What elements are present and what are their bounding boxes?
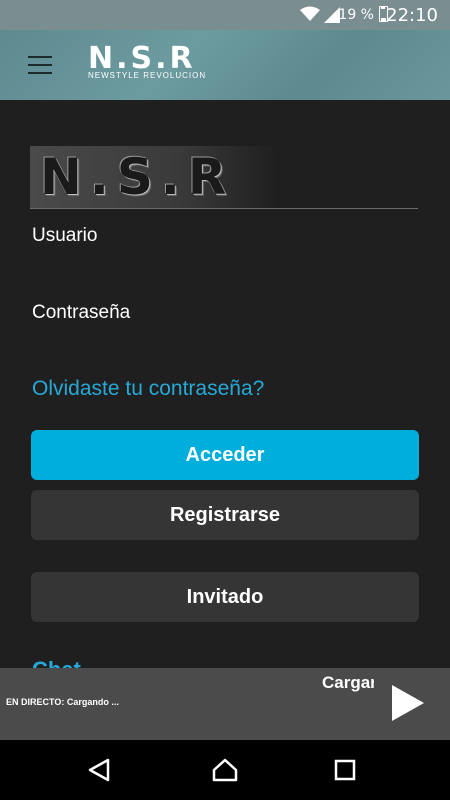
live-status: EN DIRECTO: Cargando ... bbox=[6, 697, 119, 707]
radio-player: EN DIRECTO: Cargando ... Cargando bbox=[0, 668, 450, 740]
app-logo-text: N.S.R bbox=[88, 41, 196, 76]
clock: 22:10 bbox=[386, 5, 438, 26]
password-field[interactable]: Contraseña bbox=[32, 302, 130, 324]
loading-text: Cargando bbox=[322, 673, 374, 692]
username-field[interactable]: Usuario bbox=[32, 225, 97, 247]
app-logo-subtitle: NEWSTYLE REVOLUCION bbox=[88, 71, 207, 80]
guest-button[interactable]: Invitado bbox=[31, 572, 419, 622]
hero-logo: N.S.R bbox=[30, 146, 278, 208]
app-logo: N.S.R NEWSTYLE REVOLUCION bbox=[88, 41, 207, 81]
register-button[interactable]: Registrarse bbox=[31, 490, 419, 540]
back-icon[interactable] bbox=[88, 758, 110, 782]
home-icon[interactable] bbox=[212, 758, 238, 782]
app-bar bbox=[0, 30, 450, 100]
battery-percent: 19 % bbox=[338, 7, 374, 23]
divider bbox=[30, 208, 418, 209]
forgot-password-link[interactable]: Olvidaste tu contraseña? bbox=[32, 377, 264, 401]
status-bar: 19 % 22:10 bbox=[0, 0, 450, 30]
play-icon[interactable] bbox=[392, 685, 424, 721]
navigation-bar bbox=[0, 740, 450, 800]
wifi-icon bbox=[300, 6, 320, 21]
chat-heading: Chat bbox=[32, 656, 81, 668]
login-button[interactable]: Acceder bbox=[31, 430, 419, 480]
hamburger-menu-icon[interactable] bbox=[28, 56, 52, 74]
recents-icon[interactable] bbox=[334, 758, 356, 782]
hero-logo-text: N.S.R bbox=[40, 148, 235, 206]
login-form: N.S.R Usuario Contraseña Olvidaste tu co… bbox=[0, 100, 450, 668]
